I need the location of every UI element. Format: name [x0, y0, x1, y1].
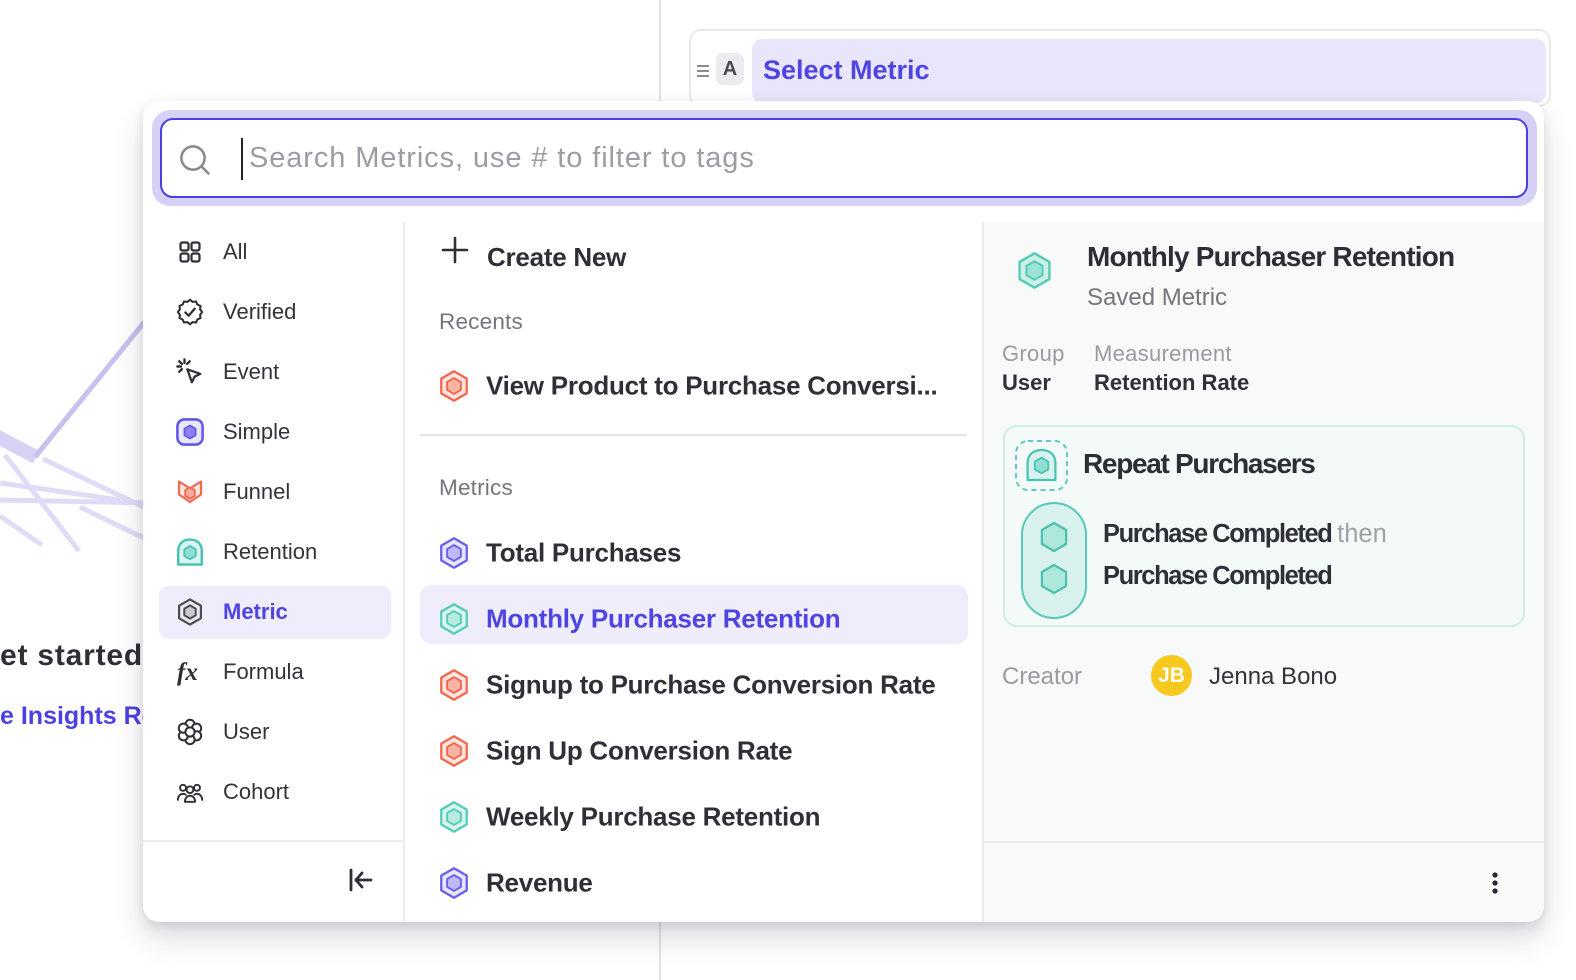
svg-text:fx: fx	[177, 659, 198, 686]
